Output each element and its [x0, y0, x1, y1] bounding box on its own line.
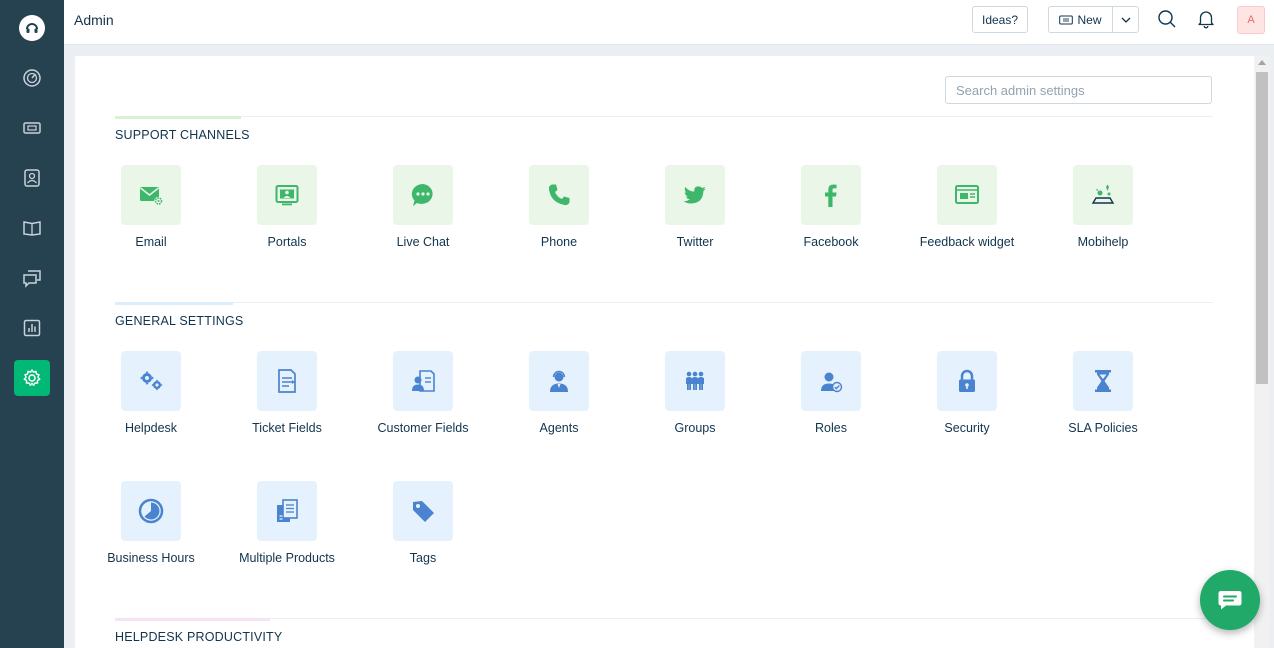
- documents-icon: [257, 481, 317, 541]
- tile-feedback-widget[interactable]: Feedback widget: [899, 165, 1035, 250]
- nav-reports-icon[interactable]: [14, 310, 50, 346]
- new-button-label: New: [1077, 12, 1102, 27]
- portal-icon: [257, 165, 317, 225]
- nav-tickets-icon[interactable]: [14, 110, 50, 146]
- tile-label: Multiple Products: [239, 551, 335, 565]
- clock-icon: [121, 481, 181, 541]
- hourglass-icon: [1073, 351, 1133, 411]
- customer-fields-icon: [393, 351, 453, 411]
- user-avatar[interactable]: A: [1237, 6, 1265, 34]
- search-icon[interactable]: [1157, 9, 1177, 29]
- tile-ticket-fields[interactable]: Ticket Fields: [219, 351, 355, 436]
- tile-mobihelp[interactable]: Mobihelp: [1035, 165, 1171, 250]
- tile-label: Facebook: [803, 235, 859, 249]
- nav-contacts-icon[interactable]: [14, 160, 50, 196]
- new-dropdown-chevron-down-icon[interactable]: [1113, 7, 1138, 32]
- tile-label: Groups: [674, 421, 716, 435]
- tag-icon: [393, 481, 453, 541]
- tile-agents[interactable]: Agents: [491, 351, 627, 436]
- tile-label: Ticket Fields: [252, 421, 322, 435]
- tile-business-hours[interactable]: Business Hours: [83, 481, 219, 566]
- section-accent-bar: [115, 116, 241, 119]
- gears-icon: [121, 351, 181, 411]
- tile-customer-fields[interactable]: Customer Fields: [355, 351, 491, 436]
- tile-label: Customer Fields: [377, 421, 469, 435]
- tile-helpdesk[interactable]: Helpdesk: [83, 351, 219, 436]
- chat-bubble-icon: [393, 165, 453, 225]
- lock-icon: [937, 351, 997, 411]
- section-divider: [115, 618, 1213, 619]
- mobihelp-icon: [1073, 165, 1133, 225]
- roles-icon: [801, 351, 861, 411]
- section-divider: [115, 116, 1213, 117]
- section-accent-bar: [115, 618, 270, 621]
- sidebar: [0, 0, 64, 648]
- tile-groups[interactable]: Groups: [627, 351, 763, 436]
- tile-label: Tags: [409, 551, 437, 565]
- section-divider: [115, 302, 1213, 303]
- search-admin-settings-input[interactable]: [945, 76, 1212, 104]
- admin-settings-panel: SUPPORT CHANNELS Email Portals Live Chat…: [75, 56, 1254, 648]
- section-accent-bar: [115, 302, 233, 305]
- facebook-icon: [801, 165, 861, 225]
- ideas-button[interactable]: Ideas?: [972, 6, 1028, 33]
- section-title-support-channels: SUPPORT CHANNELS: [115, 128, 250, 142]
- tile-label: Phone: [540, 235, 578, 249]
- ticket-fields-icon: [257, 351, 317, 411]
- tile-label: Business Hours: [107, 551, 195, 565]
- chat-icon: [1218, 591, 1242, 610]
- tile-live-chat[interactable]: Live Chat: [355, 165, 491, 250]
- tile-tags[interactable]: Tags: [355, 481, 491, 566]
- tile-label: Security: [944, 421, 990, 435]
- chat-launcher-button[interactable]: [1200, 570, 1260, 630]
- tile-facebook[interactable]: Facebook: [763, 165, 899, 250]
- phone-icon: [529, 165, 589, 225]
- tile-label: Mobihelp: [1077, 235, 1129, 249]
- twitter-icon: [665, 165, 725, 225]
- tile-label: Live Chat: [396, 235, 450, 249]
- tile-label: Email: [135, 235, 167, 249]
- tile-label: Helpdesk: [124, 421, 178, 435]
- new-button-group: New: [1048, 6, 1139, 33]
- page-title: Admin: [74, 12, 114, 28]
- scroll-up-arrow-icon[interactable]: [1258, 60, 1266, 65]
- tile-portals[interactable]: Portals: [219, 165, 355, 250]
- tile-label: Portals: [267, 235, 307, 249]
- new-button[interactable]: New: [1049, 7, 1113, 32]
- notification-bell-icon[interactable]: [1196, 9, 1216, 29]
- tile-label: SLA Policies: [1068, 421, 1138, 435]
- section-title-helpdesk-productivity: HELPDESK PRODUCTIVITY: [115, 630, 283, 644]
- tile-label: Feedback widget: [919, 235, 1015, 249]
- tile-sla-policies[interactable]: SLA Policies: [1035, 351, 1171, 436]
- section-title-general-settings: GENERAL SETTINGS: [115, 314, 244, 328]
- top-header: Admin Ideas? New A: [64, 0, 1274, 45]
- groups-icon: [665, 351, 725, 411]
- agent-icon: [529, 351, 589, 411]
- email-icon: [121, 165, 181, 225]
- scrollbar-thumb[interactable]: [1256, 72, 1268, 384]
- tile-twitter[interactable]: Twitter: [627, 165, 763, 250]
- nav-forums-icon[interactable]: [14, 260, 50, 296]
- feedback-widget-icon: [937, 165, 997, 225]
- nav-admin-gear-icon[interactable]: [14, 360, 50, 396]
- nav-solutions-icon[interactable]: [14, 210, 50, 246]
- nav-dashboard-icon[interactable]: [14, 60, 50, 96]
- tile-roles[interactable]: Roles: [763, 351, 899, 436]
- tile-label: Agents: [539, 421, 579, 435]
- tile-security[interactable]: Security: [899, 351, 1035, 436]
- tile-phone[interactable]: Phone: [491, 165, 627, 250]
- tile-multiple-products[interactable]: Multiple Products: [219, 481, 355, 566]
- tile-email[interactable]: Email: [83, 165, 219, 250]
- ticket-icon: [1059, 15, 1074, 24]
- freshdesk-logo-icon[interactable]: [19, 15, 45, 41]
- tile-label: Twitter: [676, 235, 714, 249]
- tile-label: Roles: [815, 421, 847, 435]
